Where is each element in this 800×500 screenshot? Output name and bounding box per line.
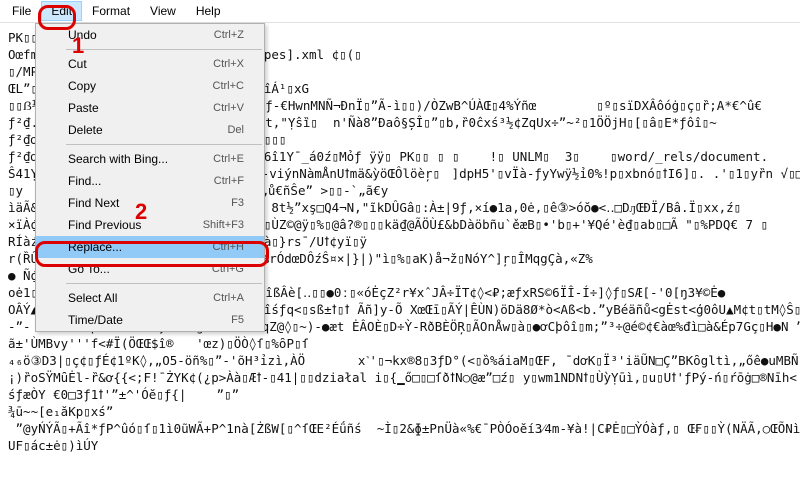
label: Replace... [68,240,122,254]
label: Go To... [68,262,110,276]
menuitem-paste[interactable]: Paste Ctrl+V [36,97,264,119]
label: Paste [68,101,99,115]
shortcut: Del [227,124,244,136]
shortcut: Ctrl+C [213,80,244,92]
edit-dropdown: Undo Ctrl+Z Cut Ctrl+X Copy Ctrl+C Paste… [35,23,265,332]
menubar: File Edit Format View Help [0,0,800,23]
menu-view[interactable]: View [140,1,186,21]
menuitem-find[interactable]: Find... Ctrl+F [36,170,264,192]
shortcut: Ctrl+V [213,102,244,114]
shortcut: Ctrl+G [212,263,244,275]
shortcut: F5 [231,314,244,326]
menuitem-delete[interactable]: Delete Del [36,119,264,141]
menu-file[interactable]: File [2,1,41,21]
label: Select All [68,291,117,305]
menuitem-copy[interactable]: Copy Ctrl+C [36,75,264,97]
label: Search with Bing... [68,152,168,166]
label: Time/Date [68,313,123,327]
menuitem-time-date[interactable]: Time/Date F5 [36,309,264,331]
shortcut: Ctrl+H [213,241,244,253]
menuitem-find-previous[interactable]: Find Previous Shift+F3 [36,214,264,236]
separator [66,49,262,50]
label: Find Next [68,196,119,210]
label: Find... [68,174,101,188]
shortcut: Shift+F3 [203,219,244,231]
separator [66,283,262,284]
shortcut: Ctrl+X [213,58,244,70]
menu-format[interactable]: Format [82,1,140,21]
label: Delete [68,123,103,137]
menuitem-replace[interactable]: Replace... Ctrl+H [36,236,264,258]
shortcut: Ctrl+E [213,153,244,165]
separator [66,144,262,145]
menuitem-find-next[interactable]: Find Next F3 [36,192,264,214]
menuitem-search-bing[interactable]: Search with Bing... Ctrl+E [36,148,264,170]
menuitem-goto[interactable]: Go To... Ctrl+G [36,258,264,280]
label: Cut [68,57,87,71]
menuitem-undo[interactable]: Undo Ctrl+Z [36,24,264,46]
label: Undo [68,28,97,42]
label: Copy [68,79,96,93]
label: Find Previous [68,218,141,232]
menu-help[interactable]: Help [186,1,231,21]
shortcut: F3 [231,197,244,209]
menu-edit[interactable]: Edit [41,1,82,21]
shortcut: Ctrl+Z [214,29,244,41]
menuitem-cut[interactable]: Cut Ctrl+X [36,53,264,75]
shortcut: Ctrl+F [214,175,244,187]
menuitem-select-all[interactable]: Select All Ctrl+A [36,287,264,309]
shortcut: Ctrl+A [213,292,244,304]
